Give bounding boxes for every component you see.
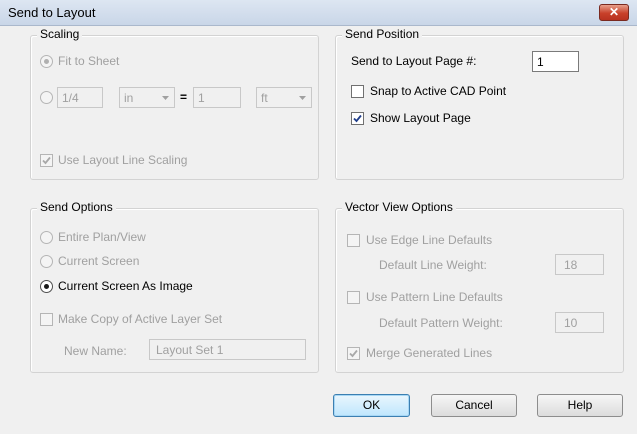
- vector-view-group: Vector View Options Use Edge Line Defaul…: [335, 200, 624, 373]
- ratio-value-input[interactable]: 1/4: [57, 87, 103, 108]
- ok-button[interactable]: OK: [333, 394, 410, 417]
- new-name-input[interactable]: Layout Set 1: [149, 339, 306, 360]
- send-position-group: Send Position Send to Layout Page #: 1 S…: [335, 27, 624, 180]
- merge-generated-lines-checkbox[interactable]: [347, 347, 360, 360]
- dialog-body: Scaling Fit to Sheet 1/4 in = 1 ft Use L…: [0, 26, 637, 434]
- vector-view-group-title: Vector View Options: [342, 200, 456, 214]
- use-edge-line-defaults-label: Use Edge Line Defaults: [366, 233, 493, 247]
- ratio-unit-value: in: [124, 91, 134, 105]
- fit-to-sheet-radio[interactable]: [40, 55, 53, 68]
- title-bar: Send to Layout ✕: [0, 0, 637, 26]
- send-options-group-title: Send Options: [37, 200, 116, 214]
- default-pattern-weight-input[interactable]: 10: [555, 312, 604, 333]
- help-button[interactable]: Help: [537, 394, 623, 417]
- use-edge-line-defaults-checkbox[interactable]: [347, 234, 360, 247]
- scale-unit-value: ft: [261, 91, 268, 105]
- snap-to-cad-point-label: Snap to Active CAD Point: [370, 84, 507, 98]
- use-pattern-line-defaults-checkbox[interactable]: [347, 291, 360, 304]
- layout-page-input[interactable]: 1: [532, 51, 579, 72]
- send-options-group: Send Options Entire Plan/View Current Sc…: [30, 200, 319, 373]
- cancel-button[interactable]: Cancel: [431, 394, 517, 417]
- new-name-label: New Name:: [64, 344, 127, 358]
- current-screen-label: Current Screen: [58, 254, 140, 268]
- send-position-group-title: Send Position: [342, 27, 423, 41]
- entire-plan-label: Entire Plan/View: [58, 230, 146, 244]
- checkmark-icon: [349, 349, 358, 358]
- fit-to-sheet-label: Fit to Sheet: [58, 54, 120, 68]
- use-layout-line-scaling-checkbox[interactable]: [40, 154, 53, 167]
- checkmark-icon: [353, 114, 362, 123]
- make-copy-label: Make Copy of Active Layer Set: [58, 312, 223, 326]
- default-line-weight-label: Default Line Weight:: [379, 258, 487, 272]
- show-layout-page-checkbox[interactable]: [351, 112, 364, 125]
- scale-value-input[interactable]: 1: [193, 87, 241, 108]
- equals-sign: =: [180, 90, 188, 104]
- close-icon: ✕: [608, 5, 620, 19]
- use-layout-line-scaling-label: Use Layout Line Scaling: [58, 153, 188, 167]
- scaling-group-title: Scaling: [37, 27, 83, 41]
- entire-plan-radio[interactable]: [40, 231, 53, 244]
- current-screen-radio[interactable]: [40, 255, 53, 268]
- use-pattern-line-defaults-label: Use Pattern Line Defaults: [366, 290, 503, 304]
- custom-scale-radio[interactable]: [40, 91, 53, 104]
- ratio-unit-select[interactable]: in: [119, 87, 175, 108]
- scale-unit-select[interactable]: ft: [256, 87, 312, 108]
- chevron-down-icon: [162, 96, 169, 100]
- layout-page-label: Send to Layout Page #:: [351, 54, 477, 68]
- close-button[interactable]: ✕: [599, 4, 629, 21]
- window-title: Send to Layout: [8, 5, 96, 20]
- current-screen-image-label: Current Screen As Image: [58, 279, 193, 293]
- make-copy-checkbox[interactable]: [40, 313, 53, 326]
- snap-to-cad-point-checkbox[interactable]: [351, 85, 364, 98]
- chevron-down-icon: [299, 96, 306, 100]
- current-screen-image-radio[interactable]: [40, 280, 53, 293]
- merge-generated-lines-label: Merge Generated Lines: [366, 346, 493, 360]
- default-pattern-weight-label: Default Pattern Weight:: [379, 316, 503, 330]
- show-layout-page-label: Show Layout Page: [370, 111, 471, 125]
- scaling-group: Scaling Fit to Sheet 1/4 in = 1 ft Use L…: [30, 27, 319, 180]
- default-line-weight-input[interactable]: 18: [555, 254, 604, 275]
- checkmark-icon: [42, 156, 51, 165]
